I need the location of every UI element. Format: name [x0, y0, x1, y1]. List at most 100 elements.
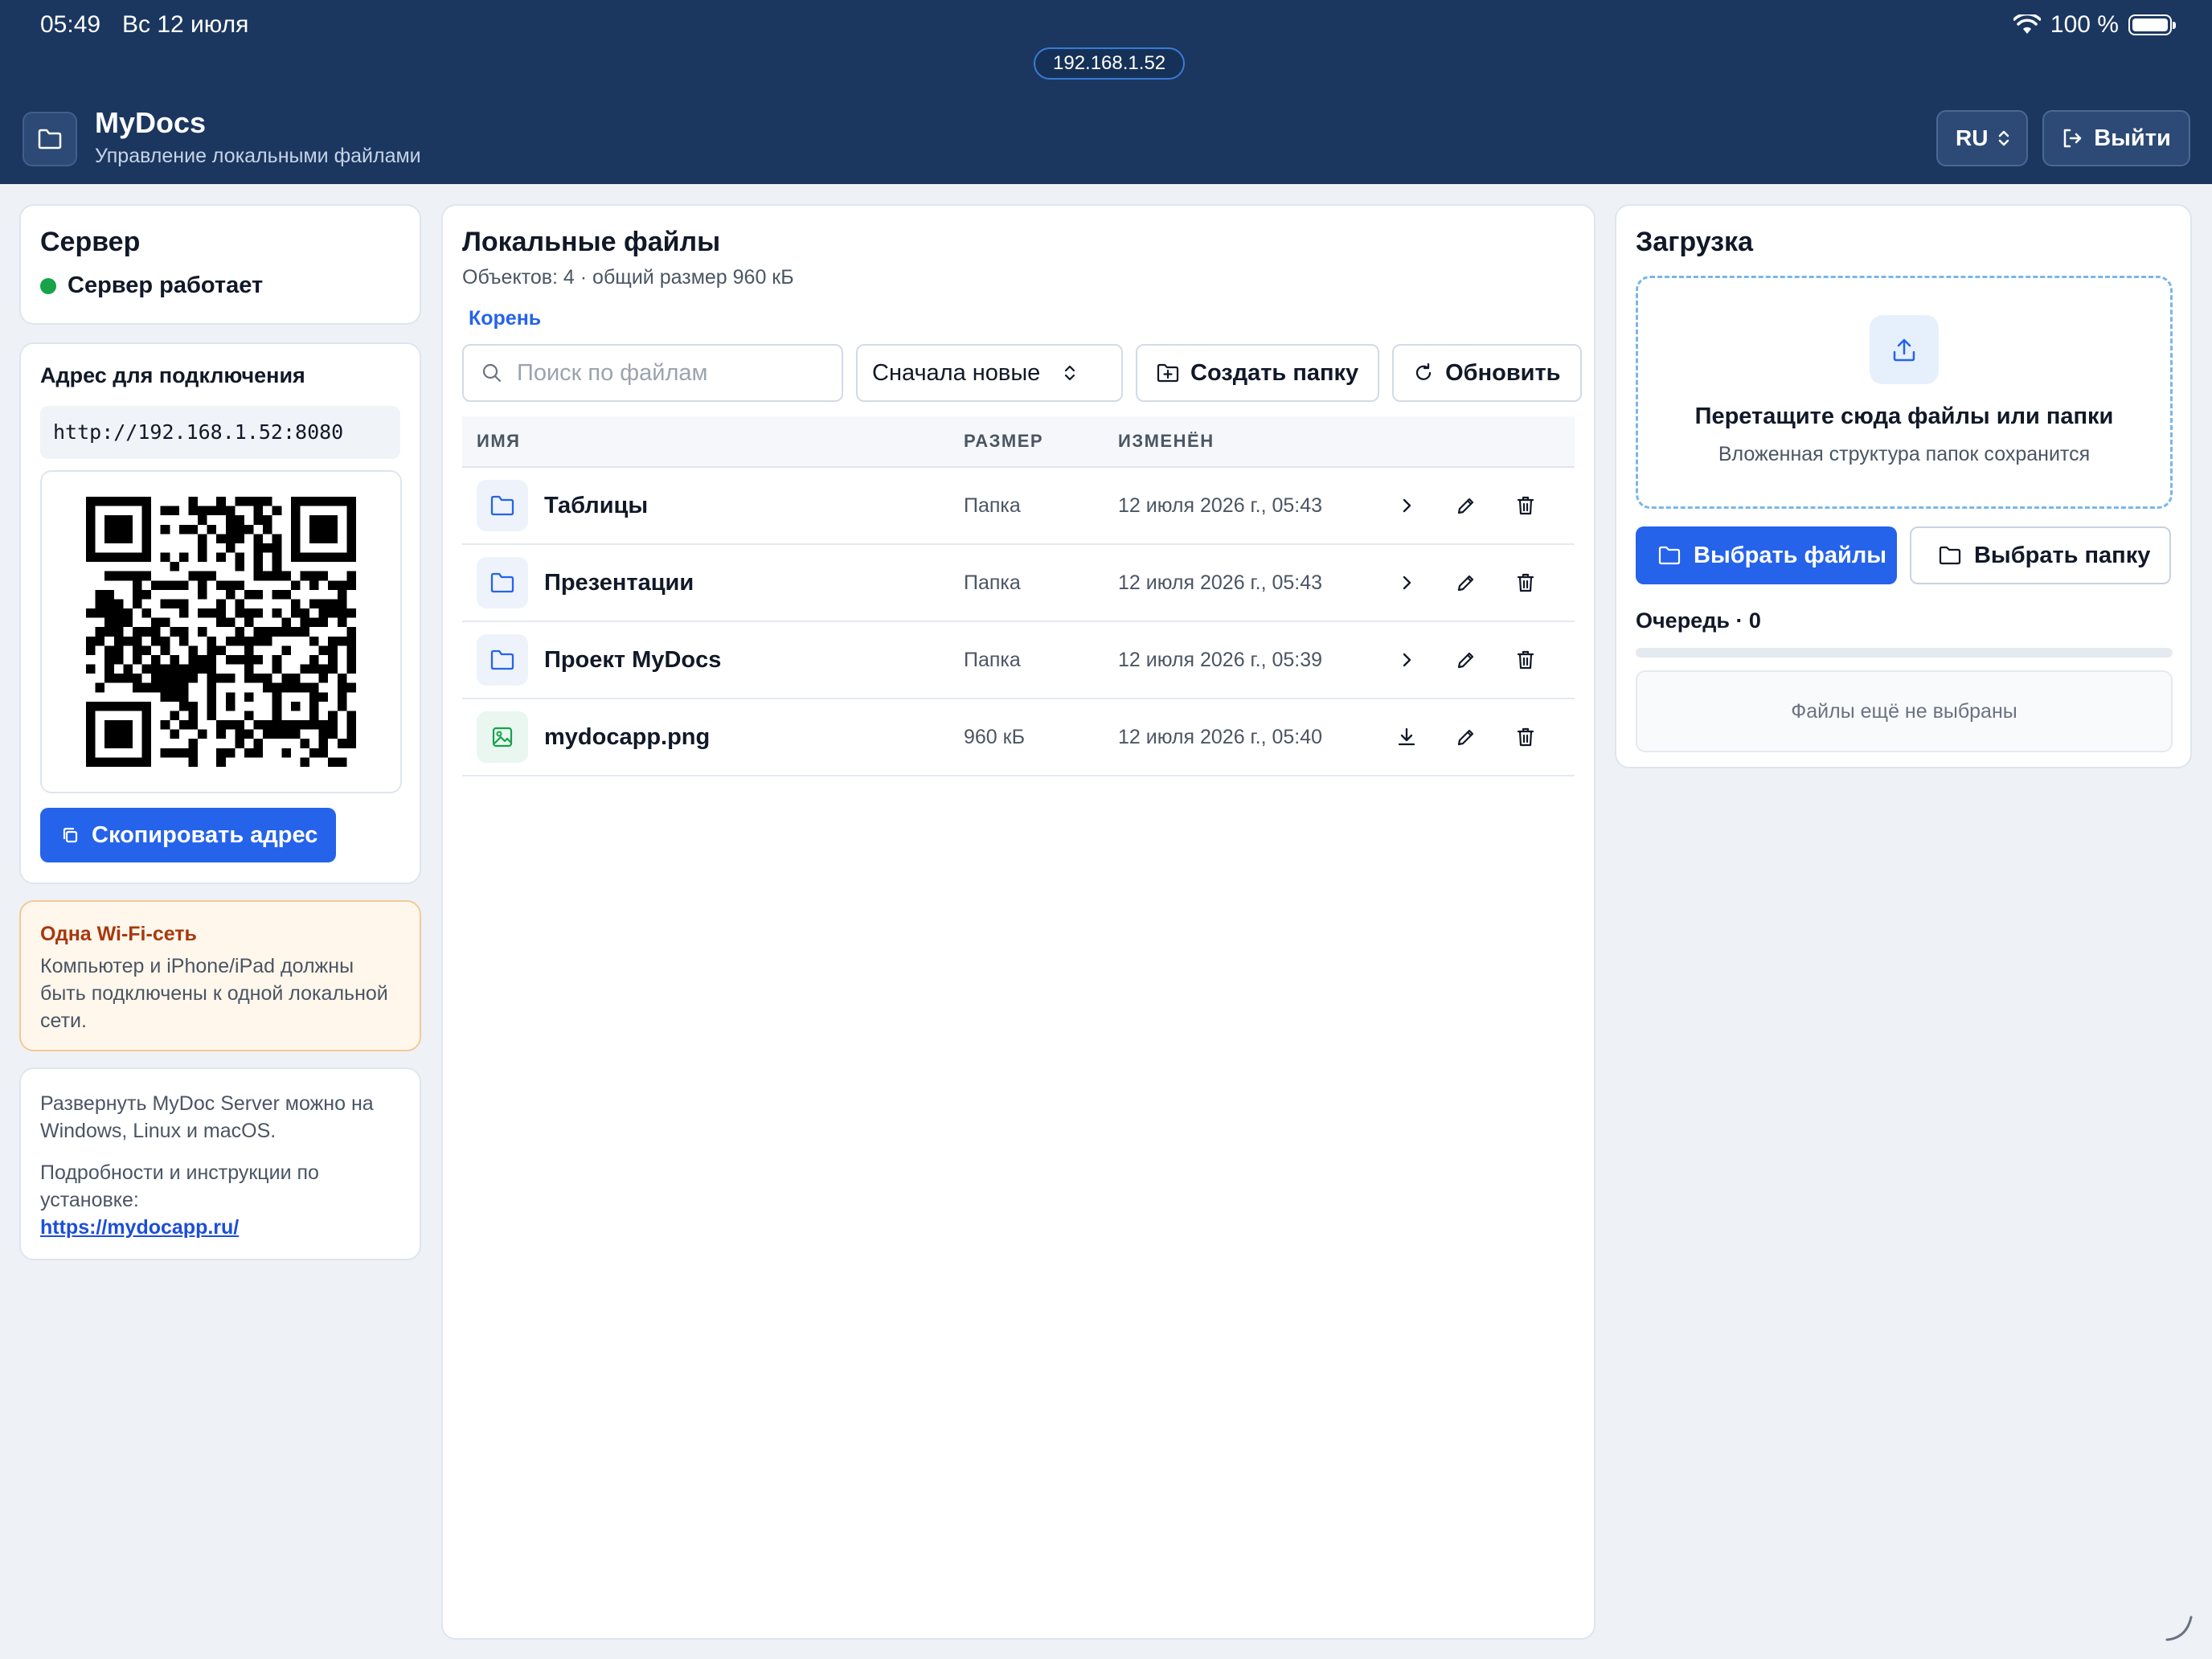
- delete-trash-icon[interactable]: [1514, 648, 1538, 672]
- folder-icon: [477, 480, 528, 531]
- upload-title: Загрузка: [1636, 227, 1753, 257]
- open-chevron-icon[interactable]: [1395, 494, 1419, 518]
- table-row[interactable]: Таблицы Папка 12 июля 2026 г., 05:43: [462, 468, 1575, 545]
- delete-trash-icon[interactable]: [1514, 571, 1538, 595]
- info-platforms-text: Развернуть MyDoc Server можно на Windows…: [40, 1092, 374, 1142]
- column-size[interactable]: РАЗМЕР: [964, 431, 1118, 452]
- refresh-button[interactable]: Обновить: [1392, 344, 1582, 402]
- chevron-updown-icon: [1999, 130, 2009, 146]
- download-icon[interactable]: [1395, 725, 1419, 749]
- column-modified[interactable]: ИЗМЕНЁН: [1118, 431, 1383, 452]
- row-name[interactable]: Презентации: [544, 570, 694, 596]
- dropzone-subtitle: Вложенная структура папок сохранится: [1718, 443, 2091, 465]
- qr-code: [86, 497, 356, 767]
- search-icon: [482, 363, 502, 383]
- rename-pencil-icon[interactable]: [1454, 494, 1478, 518]
- row-actions: [1383, 648, 1538, 672]
- create-folder-label: Создать папку: [1190, 359, 1359, 386]
- status-indicators: 100 %: [2013, 11, 2176, 39]
- choose-files-button[interactable]: Выбрать файлы: [1636, 526, 1897, 584]
- sort-value: Сначала новые: [872, 359, 1041, 386]
- row-name[interactable]: Таблицы: [544, 493, 648, 519]
- files-table: ИМЯ РАЗМЕР ИЗМЕНЁН Таблицы Папка 12 июля 2…: [462, 416, 1575, 776]
- choose-files-label: Выбрать файлы: [1694, 542, 1887, 568]
- dropzone[interactable]: Перетащите сюда файлы или папки Вложенна…: [1636, 276, 2173, 509]
- sort-select[interactable]: Сначала новые: [856, 344, 1123, 402]
- row-actions: [1383, 494, 1538, 518]
- upload-icon: [1870, 315, 1939, 384]
- row-size: Папка: [964, 571, 1021, 594]
- open-chevron-icon[interactable]: [1395, 571, 1419, 595]
- refresh-label: Обновить: [1445, 359, 1561, 386]
- files-card: Локальные файлы Объектов: 4 · общий разм…: [441, 204, 1596, 1640]
- files-toolbar: Поиск по файлам Сначала новые Создать па…: [462, 344, 1582, 402]
- server-title: Сервер: [40, 227, 141, 257]
- info-card: Развернуть MyDoc Server можно на Windows…: [19, 1067, 421, 1260]
- create-folder-button[interactable]: Создать папку: [1136, 344, 1380, 402]
- app-folder-icon: [23, 112, 77, 166]
- qr-code-frame: [40, 470, 402, 793]
- logout-button[interactable]: Выйти: [2042, 110, 2190, 166]
- row-actions: [1383, 725, 1538, 749]
- address-label: Адрес для подключения: [40, 363, 305, 387]
- rename-pencil-icon[interactable]: [1454, 571, 1478, 595]
- open-chevron-icon[interactable]: [1395, 648, 1419, 672]
- copy-address-button[interactable]: Скопировать адрес: [40, 808, 336, 862]
- server-card: Сервер Сервер работает: [19, 204, 421, 325]
- app-subtitle: Управление локальными файлами: [95, 145, 421, 167]
- logout-label: Выйти: [2094, 125, 2171, 151]
- choose-folder-button[interactable]: Выбрать папку: [1909, 526, 2171, 584]
- address-card: Адрес для подключения http://192.168.1.5…: [19, 342, 421, 884]
- app-title: MyDocs: [95, 106, 207, 139]
- language-select[interactable]: RU: [1936, 110, 2028, 166]
- row-size: Папка: [964, 494, 1021, 517]
- breadcrumb-root[interactable]: Корень: [469, 307, 1575, 330]
- table-row[interactable]: Проект MyDocs Папка 12 июля 2026 г., 05:39: [462, 622, 1575, 699]
- row-size: Папка: [964, 648, 1021, 671]
- address-url[interactable]: http://192.168.1.52:8080: [40, 406, 400, 459]
- upload-buttons: Выбрать файлы Выбрать папку: [1636, 526, 2171, 584]
- search-placeholder: Поиск по файлам: [517, 359, 708, 386]
- image-icon: [477, 711, 528, 763]
- delete-trash-icon[interactable]: [1514, 725, 1538, 749]
- dropzone-title: Перетащите сюда файлы или папки: [1694, 403, 2114, 429]
- status-time: 05:49: [40, 11, 101, 38]
- chevron-updown-icon: [1064, 365, 1075, 381]
- info-instructions-text: Подробности и инструкции по установке:: [40, 1161, 319, 1211]
- row-name-cell: Таблицы: [462, 480, 964, 531]
- row-actions: [1383, 571, 1538, 595]
- row-name[interactable]: mydocapp.png: [544, 724, 710, 751]
- language-value: RU: [1956, 125, 1989, 150]
- rename-pencil-icon[interactable]: [1454, 648, 1478, 672]
- search-input[interactable]: Поиск по файлам: [462, 344, 843, 402]
- queue-progress-bar: [1636, 648, 2173, 657]
- delete-trash-icon[interactable]: [1514, 494, 1538, 518]
- info-website-link[interactable]: https://mydocapp.ru/: [40, 1214, 400, 1241]
- table-row[interactable]: mydocapp.png 960 кБ 12 июля 2026 г., 05:40: [462, 699, 1575, 776]
- wifi-icon: [2013, 14, 2041, 34]
- top-bar: 05:49 Вс 12 июля 100 % 192.168.1.52 MyDo…: [0, 0, 2212, 184]
- status-dot: [40, 277, 56, 294]
- files-summary: Объектов: 4 · общий размер 960 кБ: [462, 266, 794, 289]
- row-name-cell: Проект MyDocs: [462, 634, 964, 686]
- copy-address-label: Скопировать адрес: [92, 821, 318, 848]
- queue-label: Очередь · 0: [1636, 608, 1761, 633]
- table-row[interactable]: Презентации Папка 12 июля 2026 г., 05:43: [462, 545, 1575, 622]
- folder-plus-icon: [1157, 363, 1179, 383]
- column-name[interactable]: ИМЯ: [462, 431, 964, 452]
- row-modified: 12 июля 2026 г., 05:43: [1118, 494, 1323, 517]
- wifi-note-text: Компьютер и iPhone/iPad должны быть подк…: [40, 955, 388, 1032]
- table-body: Таблицы Папка 12 июля 2026 г., 05:43 Презен…: [462, 468, 1575, 776]
- status-date: Вс 12 июля: [122, 11, 249, 38]
- folder-icon: [1939, 546, 1961, 565]
- ip-address-pill: 192.168.1.52: [1034, 47, 1186, 80]
- resize-corner-icon: [2165, 1616, 2193, 1641]
- rename-pencil-icon[interactable]: [1454, 725, 1478, 749]
- battery-level: 100 %: [2050, 11, 2119, 38]
- table-header: ИМЯ РАЗМЕР ИЗМЕНЁН: [462, 416, 1575, 468]
- wifi-note-card: Одна Wi-Fi-сеть Компьютер и iPhone/iPad …: [19, 900, 421, 1051]
- folder-icon: [477, 634, 528, 686]
- row-name[interactable]: Проект MyDocs: [544, 647, 721, 674]
- folder-icon: [477, 557, 528, 608]
- choose-folder-label: Выбрать папку: [1973, 542, 2151, 568]
